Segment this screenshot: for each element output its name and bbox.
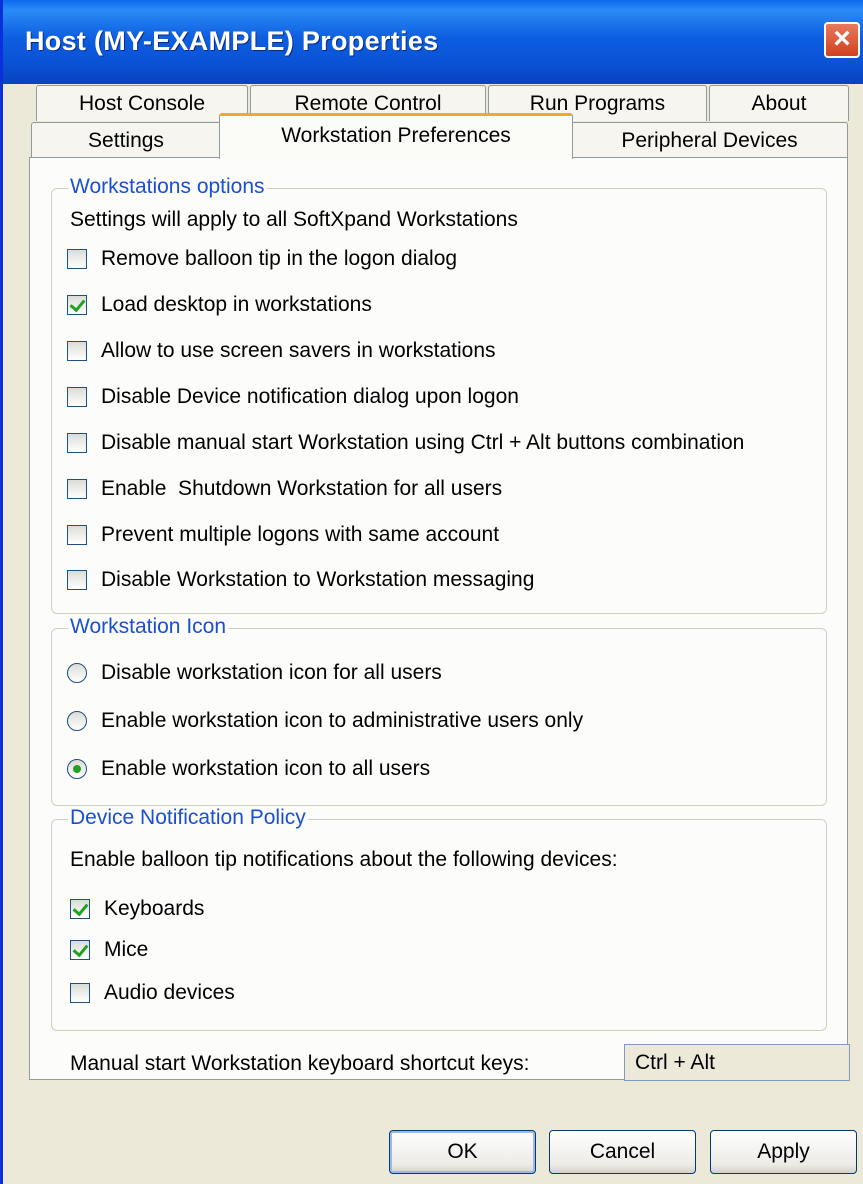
device-mice[interactable]: Mice bbox=[70, 938, 148, 962]
tab-about[interactable]: About bbox=[709, 85, 849, 121]
window-title: Host (MY-EXAMPLE) Properties bbox=[25, 26, 439, 56]
radio-disable-icon[interactable]: Disable workstation icon for all users bbox=[67, 661, 442, 685]
workstations-options-description: Settings will apply to all SoftXpand Wor… bbox=[70, 208, 518, 231]
device-keyboards[interactable]: Keyboards bbox=[70, 897, 204, 921]
radio-admin-only[interactable]: Enable workstation icon to administrativ… bbox=[67, 709, 583, 733]
checkbox[interactable] bbox=[70, 983, 90, 1003]
tab-workstation-preferences[interactable]: Workstation Preferences bbox=[219, 113, 573, 159]
checkbox[interactable] bbox=[67, 387, 87, 407]
properties-dialog: Host (MY-EXAMPLE) Properties × Host Cons… bbox=[0, 0, 863, 1184]
option-disable-device-notification[interactable]: Disable Device notification dialog upon … bbox=[67, 385, 519, 409]
close-icon[interactable]: × bbox=[824, 22, 860, 58]
cancel-button[interactable]: Cancel bbox=[549, 1130, 696, 1174]
option-disable-manual-start[interactable]: Disable manual start Workstation using C… bbox=[67, 431, 744, 455]
option-remove-balloon-tip[interactable]: Remove balloon tip in the logon dialog bbox=[67, 247, 457, 271]
option-prevent-multiple-logons[interactable]: Prevent multiple logons with same accoun… bbox=[67, 523, 499, 547]
radio-button[interactable] bbox=[67, 663, 87, 683]
option-load-desktop[interactable]: Load desktop in workstations bbox=[67, 293, 372, 317]
workstation-icon-legend: Workstation Icon bbox=[68, 615, 229, 639]
device-audio[interactable]: Audio devices bbox=[70, 981, 235, 1005]
checkbox[interactable] bbox=[67, 295, 87, 315]
checkbox[interactable] bbox=[67, 249, 87, 269]
radio-button[interactable] bbox=[67, 759, 87, 779]
ok-button[interactable]: OK bbox=[389, 1130, 536, 1174]
option-allow-screen-savers[interactable]: Allow to use screen savers in workstatio… bbox=[67, 339, 496, 363]
radio-all-users[interactable]: Enable workstation icon to all users bbox=[67, 757, 430, 781]
radio-button[interactable] bbox=[67, 711, 87, 731]
option-enable-shutdown[interactable]: Enable Shutdown Workstation for all user… bbox=[67, 477, 502, 501]
checkbox[interactable] bbox=[67, 433, 87, 453]
device-notification-legend: Device Notification Policy bbox=[68, 806, 308, 830]
workstations-options-legend: Workstations options bbox=[68, 175, 267, 199]
checkbox[interactable] bbox=[70, 899, 90, 919]
shortcut-keys-field[interactable]: Ctrl + Alt bbox=[624, 1044, 850, 1081]
tab-panel: Workstations options Settings will apply… bbox=[29, 157, 848, 1080]
title-bar[interactable]: Host (MY-EXAMPLE) Properties × bbox=[3, 0, 863, 84]
apply-button[interactable]: Apply bbox=[710, 1130, 857, 1174]
checkbox[interactable] bbox=[67, 479, 87, 499]
tab-peripheral-devices[interactable]: Peripheral Devices bbox=[571, 122, 848, 158]
device-notification-description: Enable balloon tip notifications about t… bbox=[70, 848, 618, 871]
tab-host-console[interactable]: Host Console bbox=[36, 85, 248, 121]
option-disable-messaging[interactable]: Disable Workstation to Workstation messa… bbox=[67, 568, 534, 592]
tab-settings[interactable]: Settings bbox=[31, 122, 221, 158]
shortcut-label: Manual start Workstation keyboard shortc… bbox=[70, 1052, 530, 1075]
checkbox[interactable] bbox=[67, 341, 87, 361]
checkbox[interactable] bbox=[67, 525, 87, 545]
checkbox[interactable] bbox=[67, 570, 87, 590]
checkbox[interactable] bbox=[70, 940, 90, 960]
